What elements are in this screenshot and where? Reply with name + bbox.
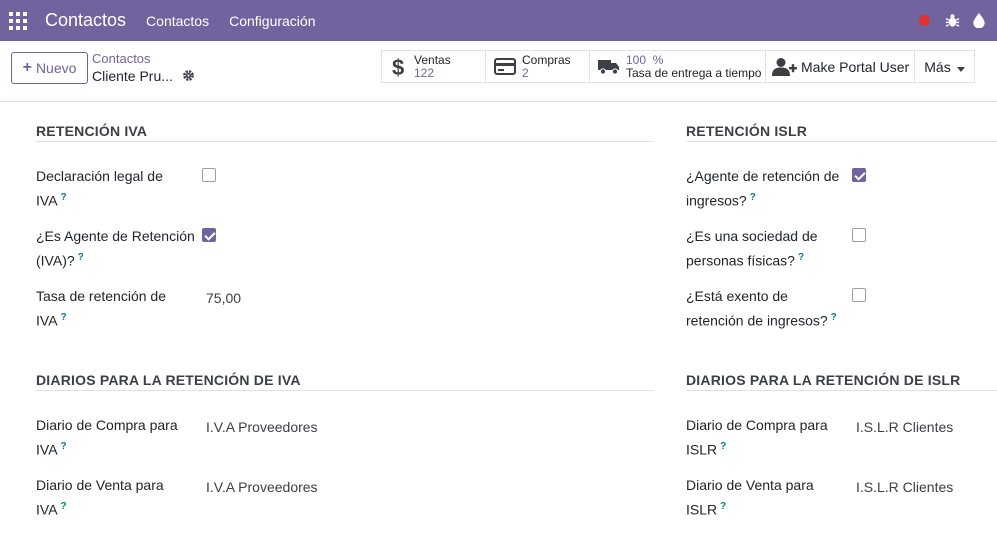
section-title-diarios-iva: DIARIOS PARA LA RETENCIÓN DE IVA: [36, 372, 301, 388]
checkbox-agente-retencion-iva[interactable]: [202, 228, 216, 242]
value-diario-venta-iva[interactable]: I.V.A Proveedores: [206, 479, 318, 495]
help-icon[interactable]: ?: [798, 252, 804, 263]
dollar-icon: $: [392, 56, 406, 78]
checkbox-sociedad-personas-fisicas[interactable]: [852, 228, 866, 242]
tasa-label: Tasa de entrega a tiempo: [626, 65, 762, 80]
bug-icon[interactable]: [943, 12, 961, 30]
label-diario-venta-iva: Diario de Venta para IVA?: [36, 477, 164, 518]
record-indicator[interactable]: [919, 15, 930, 26]
label-exento-retencion-ingresos: ¿Está exento de retención de ingresos??: [686, 288, 837, 329]
control-panel: + Nuevo Contactos Cliente Pru... $ Venta…: [0, 41, 997, 102]
breadcrumb-parent[interactable]: Contactos: [92, 51, 173, 66]
breadcrumb-current: Cliente Pru...: [92, 68, 173, 84]
tasa-value: 100 %: [626, 52, 664, 67]
label-declaracion-legal-iva: Declaración legal de IVA?: [36, 168, 163, 209]
smart-button-tasa-entrega[interactable]: 100 % Tasa de entrega a tiempo: [589, 50, 766, 83]
checkbox-exento-retencion-ingresos[interactable]: [852, 288, 866, 302]
section-divider: [686, 141, 997, 142]
app-brand[interactable]: Contactos: [45, 10, 126, 31]
section-title-diarios-islr: DIARIOS PARA LA RETENCIÓN DE ISLR: [686, 372, 961, 388]
label-agente-retencion-ingresos: ¿Agente de retención de ingresos??: [686, 168, 840, 209]
section-title-retencion-iva: RETENCIÓN IVA: [36, 123, 148, 139]
menu-configuracion[interactable]: Configuración: [229, 13, 315, 29]
label-sociedad-personas-fisicas: ¿Es una sociedad de personas físicas??: [686, 228, 818, 269]
new-button-label: Nuevo: [35, 60, 77, 76]
value-diario-compra-iva[interactable]: I.V.A Proveedores: [206, 419, 318, 435]
section-divider: [36, 390, 654, 391]
help-icon[interactable]: ?: [61, 501, 67, 512]
credit-card-icon: [494, 58, 516, 75]
help-icon[interactable]: ?: [78, 252, 84, 263]
svg-text:$: $: [392, 56, 404, 78]
apps-menu-icon[interactable]: [9, 11, 27, 30]
smart-button-compras[interactable]: Compras 2: [485, 50, 590, 83]
user-plus-icon: [772, 57, 798, 77]
ventas-value: 122: [414, 65, 435, 80]
mas-label: Más: [924, 58, 951, 75]
label-agente-retencion-iva: ¿Es Agente de Retención (IVA)??: [36, 228, 195, 269]
label-diario-compra-islr: Diario de Compra para ISLR?: [686, 417, 828, 458]
gear-icon[interactable]: [182, 69, 195, 85]
top-navbar: Contactos Contactos Configuración: [0, 0, 997, 41]
plus-icon: +: [22, 59, 32, 76]
help-icon[interactable]: ?: [720, 441, 726, 452]
compras-label: Compras: [522, 52, 571, 67]
caret-down-icon: [956, 59, 965, 75]
value-tasa-retencion-iva[interactable]: 75,00: [206, 290, 241, 306]
section-divider: [686, 390, 997, 391]
value-diario-compra-islr[interactable]: I.S.L.R Clientes: [856, 419, 953, 435]
label-diario-venta-islr: Diario de Venta para ISLR?: [686, 477, 814, 518]
compras-value: 2: [522, 65, 529, 80]
help-icon[interactable]: ?: [831, 312, 837, 323]
more-dropdown-button[interactable]: Más: [914, 50, 975, 83]
checkbox-declaracion-legal-iva[interactable]: [202, 168, 216, 182]
truck-icon: [598, 58, 620, 75]
section-divider: [36, 141, 654, 142]
make-portal-user-button[interactable]: Make Portal User: [765, 50, 915, 83]
checkbox-agente-retencion-ingresos[interactable]: [852, 168, 866, 182]
value-diario-venta-islr[interactable]: I.S.L.R Clientes: [856, 479, 953, 495]
menu-contactos[interactable]: Contactos: [146, 13, 209, 29]
smart-button-ventas[interactable]: $ Ventas 122: [381, 50, 486, 83]
help-icon[interactable]: ?: [750, 192, 756, 203]
help-icon[interactable]: ?: [61, 192, 67, 203]
help-icon[interactable]: ?: [61, 441, 67, 452]
portal-label: Make Portal User: [801, 58, 910, 75]
breadcrumb: Contactos Cliente Pru...: [92, 51, 173, 84]
new-button[interactable]: + Nuevo: [11, 52, 88, 84]
help-icon[interactable]: ?: [720, 501, 726, 512]
label-tasa-retencion-iva: Tasa de retención de IVA?: [36, 288, 166, 329]
section-title-retencion-islr: RETENCIÓN ISLR: [686, 123, 808, 139]
help-icon[interactable]: ?: [61, 312, 67, 323]
ventas-label: Ventas: [414, 52, 451, 67]
label-diario-compra-iva: Diario de Compra para IVA?: [36, 417, 178, 458]
water-drop-icon[interactable]: [970, 12, 988, 30]
